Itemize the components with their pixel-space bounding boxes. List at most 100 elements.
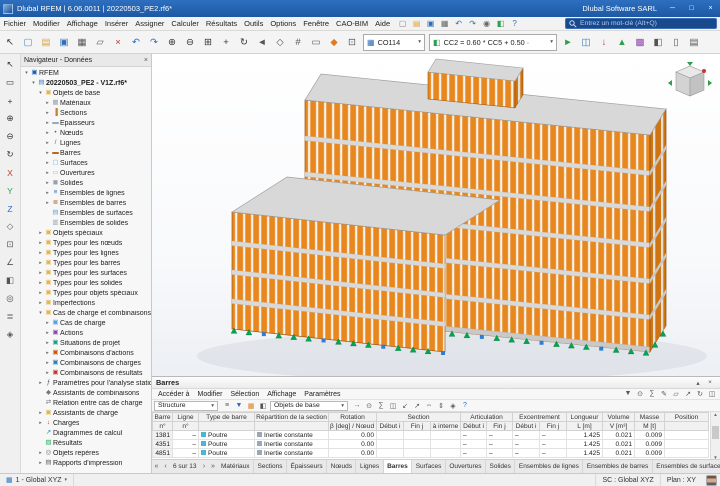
- select-arrow-icon[interactable]: ↖: [1, 33, 19, 51]
- results-icon[interactable]: ◫: [577, 33, 595, 51]
- cell-longueur[interactable]: 1.425: [567, 440, 603, 449]
- menu-modifier[interactable]: Modifier: [30, 17, 64, 30]
- tree-item-noeuds[interactable]: ▸ • Nœuds: [21, 128, 151, 138]
- expand-arrow-icon[interactable]: ▸: [37, 230, 44, 236]
- cell-sec_j[interactable]: [404, 431, 431, 440]
- tb-select-rows-icon[interactable]: ◧: [257, 402, 269, 410]
- panel-collapse-icon[interactable]: ▴: [692, 379, 704, 387]
- rotate-view-icon[interactable]: ↻: [235, 33, 253, 51]
- tb-help-icon[interactable]: ?: [459, 402, 471, 410]
- tree-item-surfaces[interactable]: ▸ ▢ Surfaces: [21, 158, 151, 168]
- tree-item-diagrammes-de-calcul[interactable]: ↗ Diagrammes de calcul: [21, 428, 151, 438]
- cell-type[interactable]: Poutre: [199, 449, 255, 458]
- tb-find-icon[interactable]: ⊙: [634, 390, 646, 398]
- table-menu-affichage[interactable]: Affichage: [263, 391, 300, 398]
- lt-clip-icon[interactable]: ◧: [2, 272, 19, 289]
- expand-arrow-icon[interactable]: ▸: [44, 330, 51, 336]
- table-row[interactable]: 1381–PoutreInertie constante0.00––––1.42…: [153, 431, 709, 440]
- tree-item-epaisseurs[interactable]: ▸ ▬ Épaisseurs: [21, 118, 151, 128]
- column-sub-header[interactable]: [665, 422, 709, 431]
- numbering-icon[interactable]: #: [289, 33, 307, 51]
- menu-assigner[interactable]: Assigner: [132, 17, 168, 30]
- expand-arrow-icon[interactable]: ▸: [37, 460, 44, 466]
- column-sub-header[interactable]: β [deg] / Nœud n°: [329, 422, 377, 431]
- tb-filter2-icon[interactable]: ▼: [233, 402, 245, 410]
- cell-ligne[interactable]: –: [173, 440, 199, 449]
- expand-arrow-icon[interactable]: ▸: [44, 320, 51, 326]
- tree-item-types-pour-les-lignes[interactable]: ▸ ▣ Types pour les lignes: [21, 248, 151, 258]
- tree-item-solides[interactable]: ▸ ◼ Solides: [21, 178, 151, 188]
- expand-arrow-icon[interactable]: ▸: [37, 260, 44, 266]
- expand-arrow-icon[interactable]: ▸: [37, 380, 44, 386]
- table-tab-materiaux[interactable]: Matériaux: [218, 460, 255, 473]
- cell-longueur[interactable]: 1.425: [567, 431, 603, 440]
- tree-item-cas-de-charge-et-combinaisons[interactable]: ▾ ▣ Cas de charge et combinaisons: [21, 308, 151, 318]
- lt-visibility-icon[interactable]: ◎: [2, 290, 19, 307]
- navigation-cube[interactable]: [668, 60, 712, 104]
- expand-arrow-icon[interactable]: ▸: [44, 360, 51, 366]
- cell-sec_j[interactable]: [404, 449, 431, 458]
- column-group-header[interactable]: Volume: [603, 413, 635, 422]
- expand-arrow-icon[interactable]: ▸: [37, 250, 44, 256]
- tb-edit-icon[interactable]: ✎: [658, 390, 670, 398]
- cell-exc_i[interactable]: –: [513, 431, 540, 440]
- grid-icon[interactable]: ⊡: [343, 33, 361, 51]
- table-menu-modifier[interactable]: Modifier: [194, 391, 227, 398]
- tb-copy-icon[interactable]: ▱: [670, 390, 682, 398]
- tb-rows-icon[interactable]: ≡: [221, 402, 233, 410]
- table-menu-parametres[interactable]: Paramètres: [300, 391, 344, 398]
- expand-arrow-icon[interactable]: ▾: [30, 80, 37, 86]
- cell-exc_j[interactable]: –: [540, 431, 567, 440]
- tb-refresh-icon[interactable]: ↻: [694, 390, 706, 398]
- menu-inserer[interactable]: Insérer: [101, 17, 131, 30]
- cell-volume[interactable]: 0.021: [603, 431, 635, 440]
- pan-icon[interactable]: +: [217, 33, 235, 51]
- column-sub-header[interactable]: V [m³]: [603, 422, 635, 431]
- cell-repartition[interactable]: Inertie constante: [255, 431, 329, 440]
- q-redo-icon[interactable]: ↷: [466, 19, 480, 28]
- cell-art_j[interactable]: –: [487, 431, 513, 440]
- lt-rotate-icon[interactable]: ↻: [2, 146, 19, 163]
- tree-item-ensembles-de-lignes[interactable]: ▸ ≡ Ensembles de lignes: [21, 188, 151, 198]
- q-display-icon[interactable]: ◧: [494, 19, 508, 28]
- tree-item-ensembles-de-barres[interactable]: ▸ ≣ Ensembles de barres: [21, 198, 151, 208]
- supports-icon[interactable]: ▲: [613, 33, 631, 51]
- expand-arrow-icon[interactable]: ▸: [44, 190, 51, 196]
- tree-item-objets-reperes[interactable]: ▸ ◎ Objets repères: [21, 448, 151, 458]
- lt-zoom-all-icon[interactable]: ⊡: [2, 236, 19, 253]
- cell-a_int[interactable]: [431, 440, 461, 449]
- cell-art_j[interactable]: –: [487, 449, 513, 458]
- lt-measure-icon[interactable]: ∠: [2, 254, 19, 271]
- cell-exc_i[interactable]: –: [513, 440, 540, 449]
- expand-arrow-icon[interactable]: ▸: [44, 100, 51, 106]
- panel-icon[interactable]: ▯: [667, 33, 685, 51]
- tree-item-ensembles-de-solides[interactable]: ▥ Ensembles de solides: [21, 218, 151, 228]
- table-tab-lignes[interactable]: Lignes: [356, 460, 383, 473]
- column-sub-header[interactable]: Fin j: [404, 422, 431, 431]
- menu-cao-bim[interactable]: CAO-BIM: [333, 17, 372, 30]
- tree-item-combinaisons-de-charges[interactable]: ▸ ▣ Combinaisons de charges: [21, 358, 151, 368]
- table-tab-ensembles-de-lignes[interactable]: Ensembles de lignes: [515, 460, 583, 473]
- tree-item-types-pour-les-solides[interactable]: ▸ ▣ Types pour les solides: [21, 278, 151, 288]
- menu-fenetre[interactable]: Fenêtre: [300, 17, 333, 30]
- tree-item-types-pour-objets-speciaux[interactable]: ▸ ▣ Types pour objets spéciaux: [21, 288, 151, 298]
- menu-options[interactable]: Options: [267, 17, 300, 30]
- calculate-icon[interactable]: ►: [559, 33, 577, 51]
- cell-volume[interactable]: 0.021: [603, 440, 635, 449]
- expand-arrow-icon[interactable]: ▸: [44, 340, 51, 346]
- combination-combo[interactable]: ◧ CC2 = 0.60 * CC5 + 0.50 · ▾: [429, 34, 557, 51]
- loads-icon[interactable]: ↓: [595, 33, 613, 51]
- expand-arrow-icon[interactable]: ▸: [44, 120, 51, 126]
- objets-de-base-combo[interactable]: Objets de base ▾: [270, 401, 348, 411]
- cell-sec_i[interactable]: [377, 431, 404, 440]
- new-file-icon[interactable]: ▢: [19, 33, 37, 51]
- column-group-header[interactable]: Section: [377, 413, 461, 422]
- expand-arrow-icon[interactable]: ▾: [37, 90, 44, 96]
- tb-stats-icon[interactable]: ◫: [387, 402, 399, 410]
- cell-position[interactable]: [665, 449, 709, 458]
- maximize-button[interactable]: □: [682, 0, 701, 17]
- expand-arrow-icon[interactable]: ▸: [37, 450, 44, 456]
- menu-calculer[interactable]: Calculer: [168, 17, 203, 30]
- lt-view-y-icon[interactable]: Y: [2, 182, 19, 199]
- cell-art_i[interactable]: –: [461, 440, 487, 449]
